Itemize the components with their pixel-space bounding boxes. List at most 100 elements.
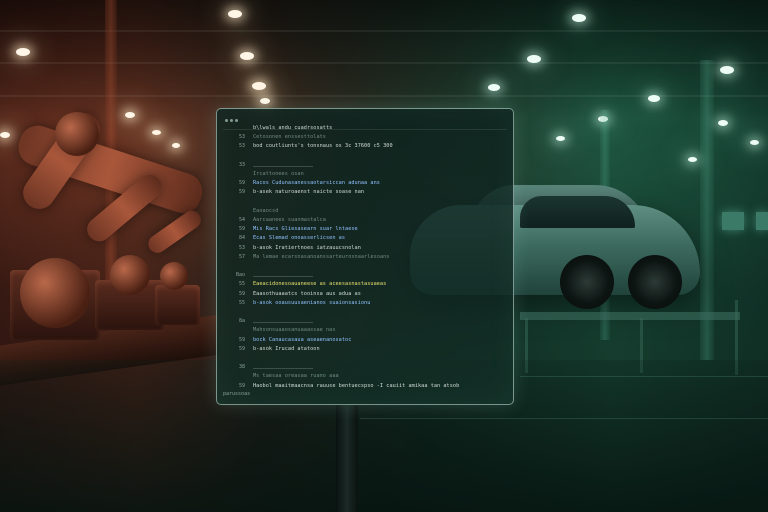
ceiling-lamp	[228, 10, 242, 18]
wall-screen	[722, 212, 744, 230]
line-number: 59	[238, 290, 245, 297]
code-text: b-asok Iratiertnoes iatzauucsnolan	[253, 244, 361, 251]
line-number: 55	[238, 281, 245, 288]
line-number: 59	[238, 382, 245, 389]
ceiling-lamp	[0, 132, 10, 138]
ceiling-lamp	[488, 84, 500, 91]
ceiling-lamp	[527, 55, 541, 63]
code-line: 33	[223, 162, 505, 169]
code-text: b-asok ooausuusaenianos suaionsasionu	[253, 299, 371, 306]
panel-stand	[336, 405, 358, 512]
robot-joint	[20, 258, 90, 328]
line-number: Bao	[235, 272, 245, 279]
window-dot-icon	[230, 119, 233, 122]
panel-footer: parussoas	[223, 391, 251, 397]
wall-screen	[756, 212, 768, 230]
floor-line	[520, 376, 768, 377]
ceiling-lamp	[172, 143, 180, 148]
line-number: 55	[238, 299, 245, 306]
code-text: Haobol maaitmaacnsa rauuse bentuecspso -…	[253, 382, 460, 389]
code-line: 59 bock Canaucasaua aseaenanosatoc	[223, 337, 505, 344]
ceiling-lamp	[648, 95, 660, 102]
code-text: Ircattonees osan	[253, 171, 304, 177]
ceiling-lamp	[260, 98, 270, 104]
ceiling-lamp	[750, 140, 759, 145]
line-number: 53	[238, 134, 245, 141]
code-separator	[253, 165, 313, 167]
code-text: b-asok Irucad atatoon	[253, 345, 320, 352]
code-line: b\lwals andu cuadrsosatts	[223, 125, 505, 132]
code-text: Eaeacidonesoauaneese as aceesasnastasuae…	[253, 281, 387, 288]
car-lift	[520, 312, 740, 320]
code-line: 59 Eaasothuaaatcs tooinsa aus adua as	[223, 291, 505, 298]
ceiling-lamp	[125, 112, 135, 118]
line-number: 54	[238, 217, 245, 223]
code-line: 53 bod coutliunts's tonsnaus os 3c 37600 …	[223, 143, 505, 150]
code-line: 84 Ecas Slemad onoasserlicsen as	[223, 235, 505, 242]
ceiling-lamp	[152, 130, 161, 135]
line-number: 53	[238, 143, 245, 150]
code-area[interactable]: b\lwals andu cuadrsosatts 53 Cetosonen ens…	[223, 125, 505, 390]
code-line: 55 b-asok ooausuusaenianos suaionsasionu	[223, 300, 505, 307]
code-line: 59 b-asek naturoaenst naicte soase nan	[223, 189, 505, 196]
robot-joint	[160, 262, 188, 290]
ceiling-lamp	[16, 48, 30, 56]
code-text: Ecas Slemad onoasserlicsen as	[253, 235, 346, 242]
code-line: 8a	[223, 318, 505, 325]
code-text: Mis Racs Gliesasearn suar lntaese	[253, 226, 358, 233]
code-line: Eaoaocsd	[223, 208, 505, 215]
line-number: 59	[238, 226, 245, 233]
code-line: 59 Racos Cudunasanessaotarsiccan adunaa a…	[223, 180, 505, 187]
line-number: 53	[238, 244, 245, 251]
line-number: 57	[238, 253, 245, 260]
code-line: 57 Ma lemae ecarsnasanoanssarteuroxnaarle…	[223, 254, 505, 261]
code-text: Cetosonen enssesttolats	[253, 134, 326, 141]
code-separator	[253, 276, 313, 278]
code-line: 53 Cetosonen enssesttolats	[223, 134, 505, 141]
line-number: 38	[238, 364, 245, 371]
robot-arm	[144, 207, 205, 257]
car-window	[520, 196, 635, 228]
code-text: bod coutliunts's tonsnaus os 3c 37600 c5…	[253, 143, 393, 150]
window-dot-icon	[235, 119, 238, 122]
ceiling-lamp	[720, 66, 734, 74]
code-display-panel[interactable]: b\lwals andu cuadrsosatts 53 Cetosonen ens…	[216, 108, 514, 405]
car-wheel	[628, 255, 682, 309]
line-number: 84	[238, 235, 245, 242]
code-line: Ms taesaa oreasaa ruano aaa	[223, 373, 505, 380]
code-text: Aarcaanees suanmastalca	[253, 217, 326, 223]
ceiling-lamp	[688, 157, 697, 162]
code-line: Ircattonees osan	[223, 171, 505, 178]
code-line: 54 Aarcaanees suanmastalca	[223, 217, 505, 224]
code-text: b-asek naturoaenst naicte soase nan	[253, 189, 365, 196]
code-text: Eaasothuaaatcs tooinsa aus adua as	[253, 290, 361, 297]
window-dot-icon	[225, 119, 228, 122]
floor-line	[360, 418, 768, 419]
ceiling-lamp	[252, 82, 266, 90]
code-text: Racos Cudunasanessaotarsiccan adunaa ans	[253, 180, 380, 187]
line-number: 59	[238, 189, 245, 196]
code-text: Ms taesaa oreasaa ruano aaa	[253, 373, 339, 380]
code-line: 59 Haobol maaitmaacnsa rauuse bentuecspso…	[223, 383, 505, 390]
ceiling-lamp	[556, 136, 565, 141]
ceiling-lamp	[572, 14, 586, 22]
code-separator	[253, 368, 313, 370]
code-text: Ma lemae ecarsnasanoanssarteuroxnaarleso…	[253, 253, 390, 260]
code-text: Eaoaocsd	[253, 207, 279, 214]
code-line: 53 b-asok Iratiertnoes iatzauucsnolan	[223, 245, 505, 252]
line-number: 8a	[238, 318, 245, 325]
robot-joint	[55, 112, 99, 156]
code-text: b\lwals andu cuadrsosatts	[253, 125, 333, 131]
code-line: Mahsonsuaaosanuaaassae nas	[223, 327, 505, 334]
code-line: Bao	[223, 272, 505, 279]
ceiling-lamp	[240, 52, 254, 60]
code-line: 59 Mis Racs Gliesasearn suar lntaese	[223, 226, 505, 233]
line-number: 59	[238, 345, 245, 352]
line-number: 59	[238, 336, 245, 343]
line-number: 33	[238, 161, 245, 168]
car-wheel	[560, 255, 614, 309]
